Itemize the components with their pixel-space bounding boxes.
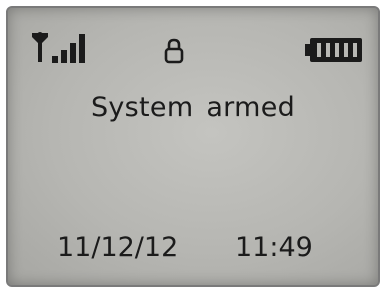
status-bar xyxy=(8,8,378,68)
signal-strength-icon xyxy=(32,32,85,63)
date-display: 11/12/12 xyxy=(57,232,179,263)
padlock-icon xyxy=(164,38,184,64)
datetime-footer: 11/12/12 11:49 xyxy=(8,232,378,272)
device-bezel: System armed 11/12/12 11:49 xyxy=(0,0,386,293)
status-message: System armed xyxy=(90,92,296,123)
lcd-screen: System armed 11/12/12 11:49 xyxy=(6,6,380,287)
battery-full-icon xyxy=(305,38,362,62)
time-display: 11:49 xyxy=(235,232,313,263)
